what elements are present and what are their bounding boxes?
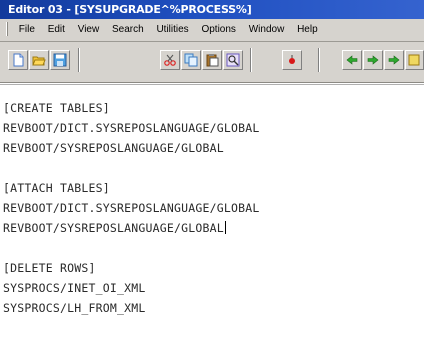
- goto-button[interactable]: [384, 50, 404, 70]
- editor-line: [DELETE ROWS]: [3, 261, 96, 275]
- editor-line: REVBOOT/SYSREPOSLANGUAGE/GLOBAL: [3, 221, 226, 235]
- editor-line: REVBOOT/SYSREPOSLANGUAGE/GLOBAL: [3, 141, 224, 155]
- prev-icon: [346, 55, 358, 65]
- editor-line: [ATTACH TABLES]: [3, 181, 110, 195]
- toolbar-separator: [78, 48, 80, 72]
- editor-line: [CREATE TABLES]: [3, 101, 110, 115]
- menu-options[interactable]: Options: [196, 19, 240, 41]
- editor-window: Editor 03 - [SYSUPGRADE^%PROCESS%] File …: [0, 0, 424, 337]
- editor-text-area[interactable]: [CREATE TABLES] REVBOOT/DICT.SYSREPOSLAN…: [0, 84, 424, 337]
- editor-line: SYSPROCS/LH_FROM_XML: [3, 301, 146, 315]
- record-button[interactable]: [282, 50, 302, 70]
- paste-button[interactable]: [202, 50, 222, 70]
- menu-utilities[interactable]: Utilities: [151, 19, 193, 41]
- find-icon: [226, 53, 240, 67]
- title-bar: Editor 03 - [SYSUPGRADE^%PROCESS%]: [0, 0, 424, 19]
- save-button[interactable]: [50, 50, 70, 70]
- open-folder-icon: [32, 56, 46, 66]
- menu-help[interactable]: Help: [292, 19, 323, 41]
- menu-view[interactable]: View: [73, 19, 105, 41]
- copy-icon: [184, 53, 198, 67]
- toolbar-separator: [250, 48, 252, 72]
- editor-line: REVBOOT/DICT.SYSREPOSLANGUAGE/GLOBAL: [3, 201, 260, 215]
- prev-button[interactable]: [342, 50, 362, 70]
- record-icon: [289, 55, 295, 64]
- editor-line: SYSPROCS/INET_OI_XML: [3, 281, 146, 295]
- editor-line-text: REVBOOT/SYSREPOSLANGUAGE/GLOBAL: [3, 221, 224, 235]
- find-button[interactable]: [223, 50, 243, 70]
- editor-line: REVBOOT/DICT.SYSREPOSLANGUAGE/GLOBAL: [3, 121, 260, 135]
- menu-search[interactable]: Search: [107, 19, 149, 41]
- copy-button[interactable]: [181, 50, 201, 70]
- new-file-icon: [13, 53, 24, 67]
- more-icon: [408, 54, 420, 66]
- next-button[interactable]: [363, 50, 383, 70]
- more-button[interactable]: [405, 50, 424, 70]
- menu-edit[interactable]: Edit: [43, 19, 70, 41]
- cut-button[interactable]: [160, 50, 180, 70]
- editor-top-border: [0, 84, 424, 85]
- menu-bar: File Edit View Search Utilities Options …: [0, 19, 424, 42]
- goto-icon: [388, 55, 400, 65]
- window-title: Editor 03 - [SYSUPGRADE^%PROCESS%]: [8, 3, 252, 16]
- paste-icon: [206, 54, 219, 67]
- new-file-button[interactable]: [8, 50, 28, 70]
- toolbar-separator: [318, 48, 320, 72]
- cut-icon: [164, 54, 176, 66]
- open-folder-button[interactable]: [29, 50, 49, 70]
- menu-grip: [6, 22, 8, 37]
- text-caret: [224, 221, 226, 234]
- save-icon: [53, 53, 67, 67]
- next-icon: [367, 55, 379, 65]
- menu-window[interactable]: Window: [244, 19, 290, 41]
- toolbar: [0, 42, 424, 83]
- menu-file[interactable]: File: [14, 19, 40, 41]
